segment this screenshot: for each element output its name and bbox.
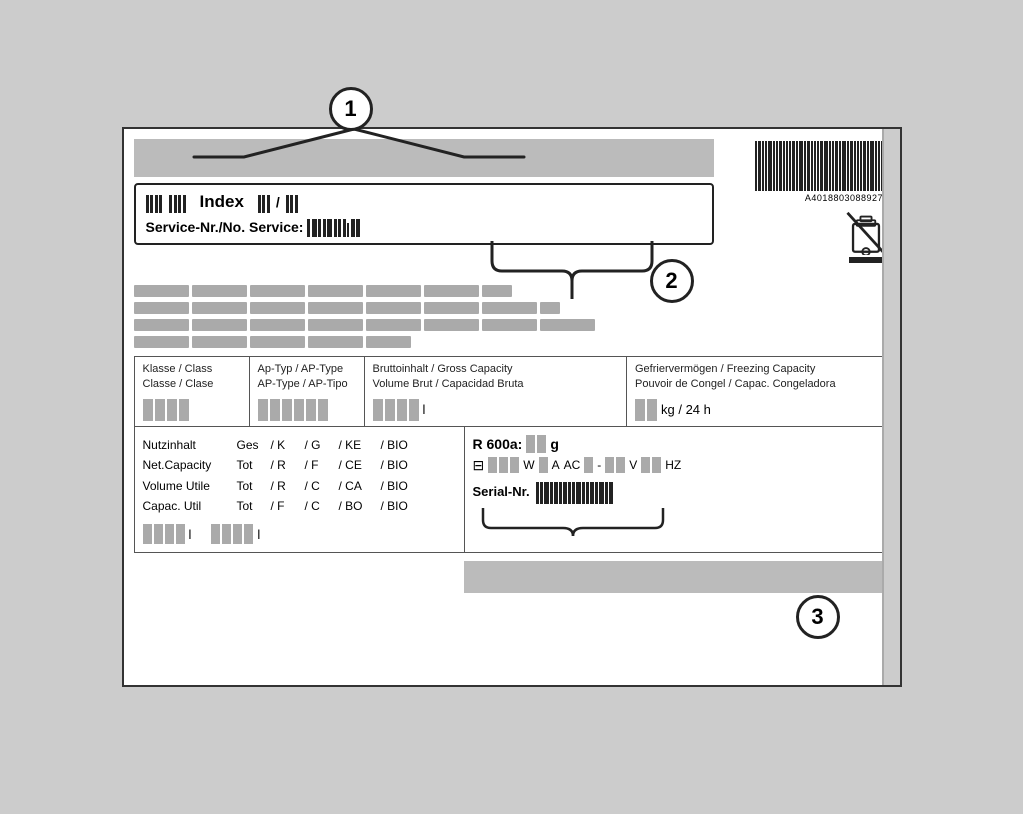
r600-row: R 600a: g bbox=[473, 435, 881, 453]
class-label: Klasse / Class Classe / Clase bbox=[143, 362, 241, 393]
gross-cap-label: Bruttoinhalt / Gross Capacity Volume Bru… bbox=[373, 362, 619, 393]
volume-values: l l bbox=[143, 524, 456, 544]
class-value bbox=[143, 399, 241, 421]
callout-3: 3 bbox=[796, 595, 840, 639]
cap-left: Nutzinhalt Ges / K / G / KE / BIO Net.Ca… bbox=[135, 427, 465, 553]
power-row: ⊟ W A AC - bbox=[473, 457, 881, 474]
barcode-right1 bbox=[258, 191, 270, 213]
callout-1: 1 bbox=[329, 87, 373, 131]
unit-kg24h: kg / 24 h bbox=[661, 402, 711, 417]
ap-type-value bbox=[258, 399, 356, 421]
callout-2: 2 bbox=[650, 259, 694, 303]
side-stripe bbox=[882, 129, 900, 685]
index-text: Index bbox=[200, 192, 244, 212]
freezing-cap-label: Gefriervermögen / Freezing Capacity Pouv… bbox=[635, 362, 881, 393]
weee-underline bbox=[849, 257, 883, 263]
bottom-area bbox=[134, 561, 890, 593]
info-box-line1: Index / bbox=[146, 191, 702, 213]
spec-gross-cap: Bruttoinhalt / Gross Capacity Volume Bru… bbox=[365, 357, 628, 426]
main-barcode-bars bbox=[755, 139, 890, 191]
cap-row-3: Volume Utile Tot / R / C / CA / BIO bbox=[143, 476, 456, 496]
spec-freezing-cap: Gefriervermögen / Freezing Capacity Pouv… bbox=[627, 357, 889, 426]
barcode-left bbox=[146, 191, 186, 213]
capacity-area: Nutzinhalt Ges / K / G / KE / BIO Net.Ca… bbox=[134, 427, 890, 554]
unit-l: l bbox=[423, 402, 426, 417]
barcode-right2 bbox=[286, 191, 298, 213]
vol-unit-2: l bbox=[257, 527, 260, 542]
service-barcode bbox=[307, 217, 360, 237]
cap-right: R 600a: g ⊟ W bbox=[465, 427, 889, 553]
vol-unit-1: l bbox=[189, 527, 192, 542]
main-barcode: A4018803088927A bbox=[755, 139, 890, 203]
gross-cap-value: l bbox=[373, 399, 619, 421]
cap-row-1: Nutzinhalt Ges / K / G / KE / BIO bbox=[143, 435, 456, 455]
specs-row: Klasse / Class Classe / Clase Ap-Typ / A… bbox=[134, 356, 890, 427]
service-line: Service-Nr./No. Service: bbox=[146, 217, 702, 237]
product-label: 1 Index bbox=[122, 127, 902, 687]
plug-icon: ⊟ bbox=[473, 457, 485, 474]
spec-class: Klasse / Class Classe / Clase bbox=[135, 357, 250, 426]
top-right-area: A4018803088927A bbox=[720, 139, 890, 263]
callout-3-area: 3 bbox=[134, 595, 890, 639]
serial-row: Serial-Nr. bbox=[473, 480, 881, 504]
serial-barcode bbox=[536, 480, 613, 504]
info-box: Index / Service-Nr./No. Service: bbox=[134, 183, 714, 245]
freezing-cap-value: kg / 24 h bbox=[635, 399, 881, 421]
serial-brace bbox=[473, 508, 673, 538]
ap-type-label: Ap-Typ / AP-Type AP-Type / AP-Tipo bbox=[258, 362, 356, 393]
bottom-gray-bar bbox=[464, 561, 890, 593]
cap-row-4: Capac. Util Tot / F / C / BO / BIO bbox=[143, 496, 456, 516]
barcode-text: A4018803088927A bbox=[805, 193, 890, 203]
spec-ap-type: Ap-Typ / AP-Type AP-Type / AP-Tipo bbox=[250, 357, 365, 426]
cap-row-2: Net.Capacity Tot / R / F / CE / BIO bbox=[143, 455, 456, 475]
